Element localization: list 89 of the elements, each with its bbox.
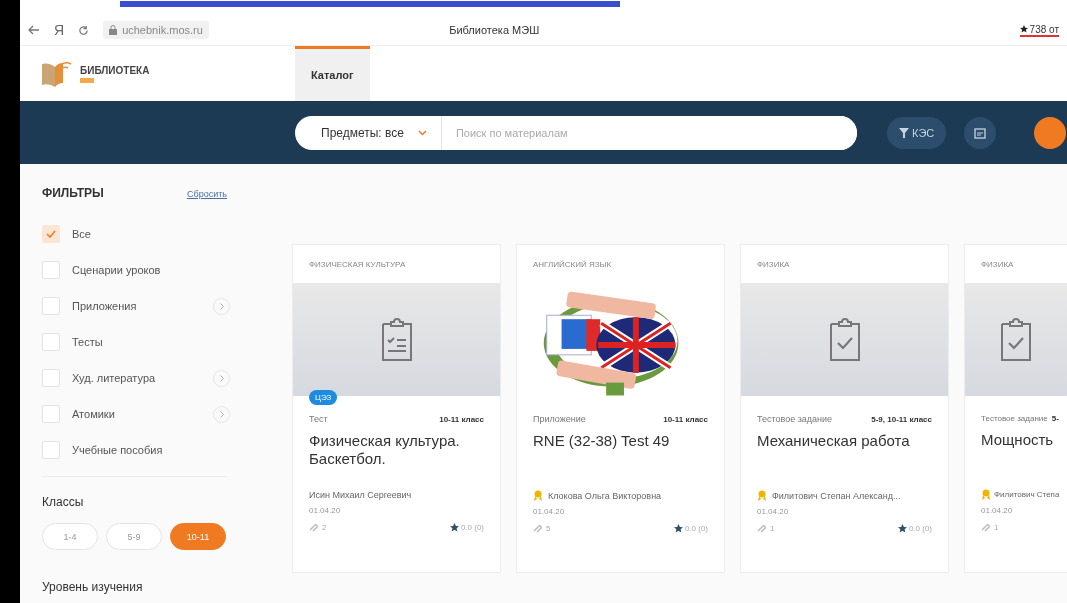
- back-icon[interactable]: [28, 25, 40, 35]
- checklist-icon: [379, 317, 414, 362]
- award-icon: [533, 490, 543, 501]
- refresh-icon[interactable]: [78, 24, 90, 36]
- card-author: Филитович Степа: [994, 490, 1060, 499]
- paperclip-icon: [757, 524, 767, 533]
- paperclip-icon: [981, 523, 991, 532]
- award-icon: [981, 489, 991, 500]
- card-type: Тестовое задание: [981, 414, 1048, 423]
- paperclip-icon: [309, 523, 319, 532]
- clipboard-check-icon: [999, 317, 1033, 362]
- filter-label: Худ. литература: [72, 372, 156, 384]
- filter-icon: [899, 127, 909, 138]
- card-count: 1: [994, 523, 999, 532]
- calendar-button[interactable]: [964, 116, 997, 149]
- checkbox[interactable]: [42, 369, 60, 387]
- checkbox[interactable]: [42, 405, 60, 423]
- card-date: 01.04.20: [981, 506, 1014, 515]
- material-card[interactable]: ФИЗИЧЕСКАЯ КУЛЬТУРА ЦЭЗ Тест 10-11 класс Физическая культура. Баскетбол. Исин Михаил Сергеевич 01.04.20 2 0.0 (0): [292, 244, 501, 573]
- page-title: Библиотека МЭШ: [448, 24, 541, 36]
- classes-title: Классы: [42, 495, 85, 509]
- card-date: 01.04.20: [533, 507, 566, 516]
- card-count: 1: [770, 524, 775, 533]
- card-title: Мощность: [981, 431, 1055, 450]
- star-icon: [897, 524, 907, 533]
- card-date: 01.04.20: [309, 506, 342, 515]
- calendar-icon: [974, 126, 987, 139]
- card-count: 5: [546, 524, 551, 533]
- filter-label: Тесты: [72, 336, 103, 348]
- card-subject: ФИЗИЧЕСКАЯ КУЛЬТУРА: [309, 259, 406, 269]
- card-subject: ФИЗИКА: [981, 259, 1014, 269]
- logo-label: [80, 77, 94, 83]
- card-author: Исин Михаил Сергеевич: [309, 490, 412, 500]
- checkbox[interactable]: [42, 297, 60, 315]
- card-type: Тестовое задание: [757, 414, 833, 424]
- card-rating: 0.0 (0): [908, 524, 932, 533]
- card-author: Филитович Степан Александ...: [772, 490, 901, 501]
- subject-select[interactable]: Предметы: все: [295, 115, 442, 150]
- browser-logo[interactable]: Я: [54, 22, 65, 38]
- card-title: Механическая работа: [757, 432, 911, 451]
- material-card[interactable]: ФИЗИКА Тестовое задание 5-9, 10-11 класс Механическая работа Филитович Степан Александ... 01.04.20 1 0.0 (0): [740, 244, 949, 573]
- card-type: Тест: [309, 414, 328, 424]
- star-icon: [449, 523, 459, 532]
- card-date: 01.04.20: [757, 507, 790, 516]
- card-title: Физическая культура. Баскетбол.: [309, 432, 461, 469]
- card-rating: 0.0 (0): [684, 524, 708, 533]
- clipboard-check-icon: [827, 317, 862, 362]
- logo-icon: [40, 59, 72, 88]
- checkbox[interactable]: [42, 333, 60, 351]
- card-subject: ФИЗИКА: [757, 259, 790, 269]
- filter-label: Все: [72, 228, 91, 240]
- card-count: 2: [322, 523, 327, 532]
- reset-link[interactable]: Сбросить: [187, 189, 227, 199]
- filter-label: Атомики: [72, 408, 115, 420]
- chevron-icon: [219, 374, 224, 382]
- menu-button[interactable]: [1034, 116, 1067, 149]
- card-grade: 5-9, 10-11 класс: [871, 415, 932, 424]
- rating-badge[interactable]: 738 от: [1019, 23, 1059, 37]
- card-grade: 10-11 класс: [663, 415, 708, 424]
- card-rating: 0.0 (0): [460, 523, 484, 532]
- lock-icon: [109, 25, 118, 35]
- filter-label: Сценарии уроков: [72, 264, 161, 276]
- catalog-tab[interactable]: Каталог: [295, 46, 370, 101]
- card-badge: ЦЭЗ: [309, 390, 338, 405]
- caret-icon: [417, 129, 427, 136]
- logo-text: БИБЛИОТЕКА: [80, 64, 150, 76]
- card-author: Клокова Ольга Викторовна: [548, 490, 662, 501]
- checkbox[interactable]: [42, 261, 60, 279]
- card-grade: 10-11 класс: [439, 415, 484, 424]
- card-type: Приложение: [533, 414, 586, 424]
- filters-title: ФИЛЬТРЫ: [42, 186, 104, 200]
- material-card[interactable]: АНГЛИЙСКИЙ ЯЗЫК Приложение 10-11 класс RNE (32-38) Test 49 Клокова Ольга Викторовна 01.04.20 5 0.0 (0): [516, 244, 725, 573]
- checkbox[interactable]: [42, 441, 60, 459]
- paperclip-icon: [533, 524, 543, 533]
- card-title: RNE (32-38) Test 49: [533, 432, 671, 451]
- material-card[interactable]: ФИЗИКА Тестовое задание 5- Мощность Филитович Степа 01.04.20 1: [964, 244, 1067, 573]
- checkbox[interactable]: [42, 225, 60, 243]
- filter-label: Учебные пособия: [72, 444, 163, 456]
- kes-button[interactable]: КЭС: [887, 116, 947, 149]
- star-icon: [1019, 25, 1028, 33]
- filter-label: Приложения: [72, 300, 137, 312]
- card-subject: АНГЛИЙСКИЙ ЯЗЫК: [533, 259, 612, 269]
- check-icon: [46, 230, 56, 238]
- chevron-icon: [219, 302, 224, 310]
- card-grade: 5-: [1051, 414, 1059, 423]
- chevron-icon: [219, 410, 224, 418]
- star-icon: [673, 524, 683, 533]
- award-icon: [757, 490, 767, 501]
- level-title: Уровень изучения: [42, 580, 144, 594]
